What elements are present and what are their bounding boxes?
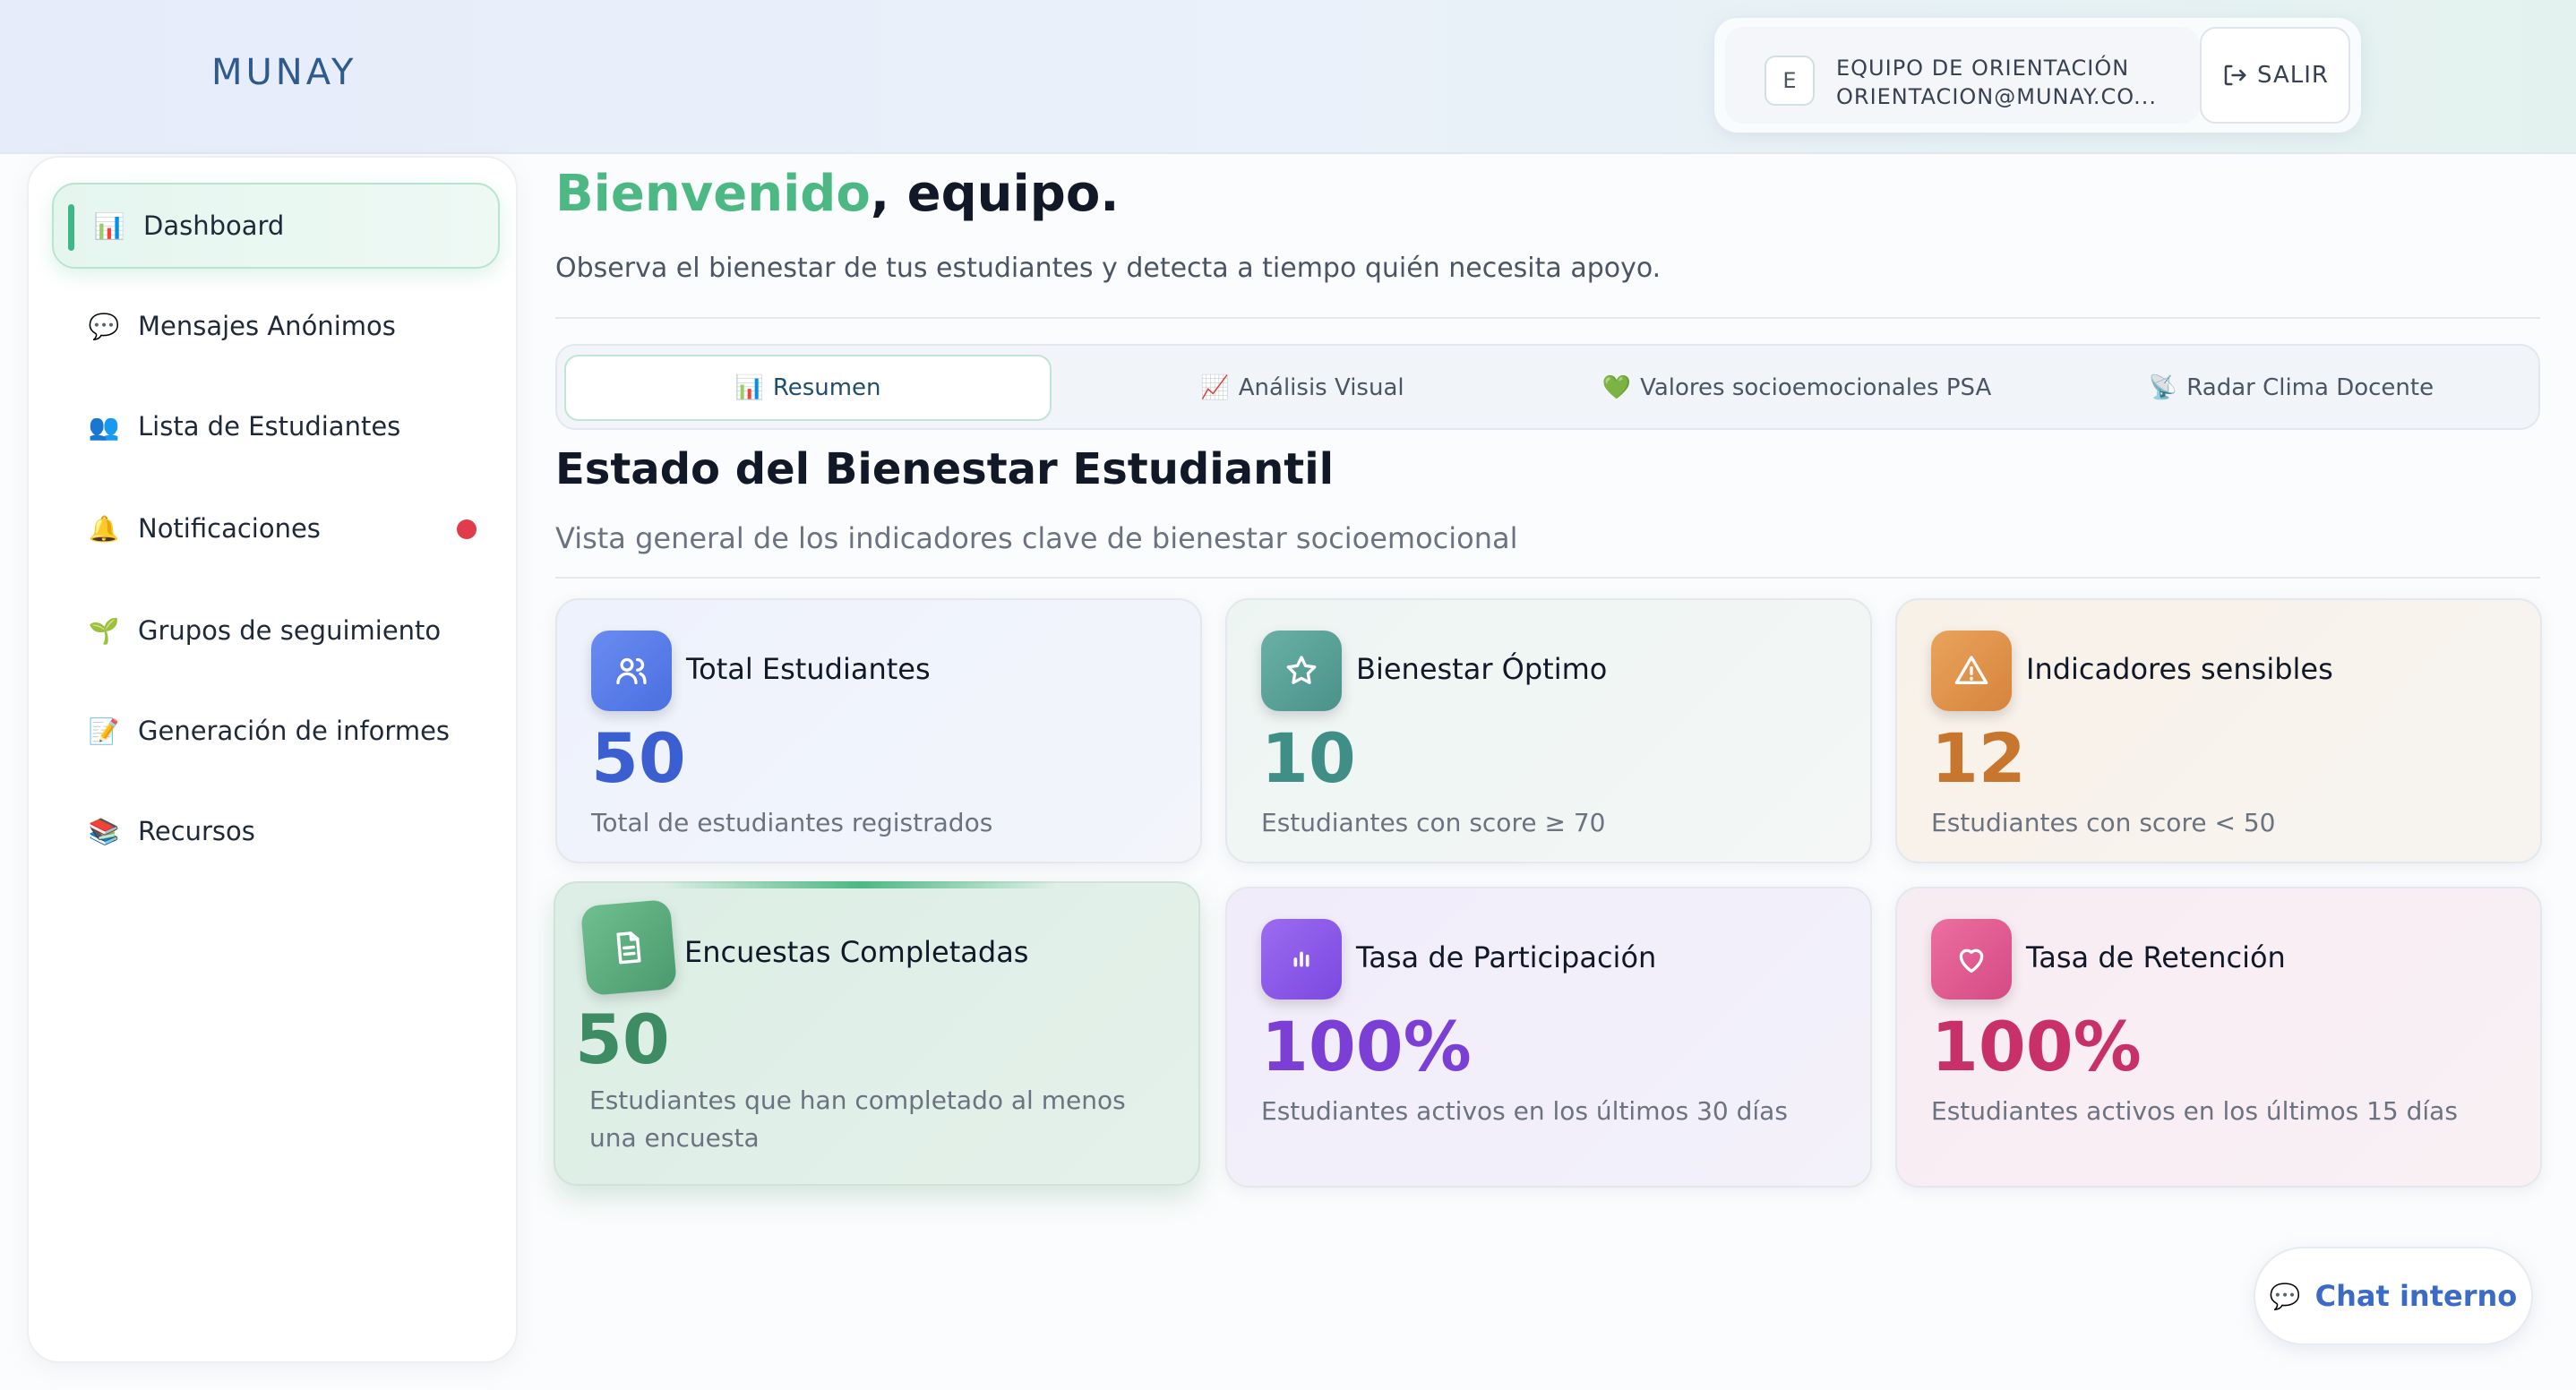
card-description: Estudiantes que han completado al menos … — [589, 1085, 1126, 1153]
sidebar-item-label: Grupos de seguimiento — [138, 615, 442, 646]
card-accent-bar — [663, 881, 1057, 888]
seedling-icon: 🌱 — [88, 615, 120, 646]
stat-card-tasa-retencion[interactable]: Tasa de Retención 100% Estudiantes activ… — [1895, 887, 2542, 1188]
card-title: Tasa de Participación — [1356, 940, 1657, 974]
speech-bubble-icon: 💬 — [88, 311, 120, 341]
card-value: 50 — [575, 1000, 670, 1079]
card-description: Estudiantes activos en los últimos 15 dí… — [1931, 1096, 2458, 1126]
notification-badge — [457, 519, 477, 539]
users-icon — [591, 631, 672, 711]
sidebar-item-recursos[interactable]: 📚 Recursos — [52, 788, 500, 874]
brand-logo[interactable]: MUNAY — [211, 52, 356, 93]
trend-icon: 📈 — [1200, 374, 1230, 401]
welcome-highlight: Bienvenido — [555, 165, 871, 223]
section-subtitle: Vista general de los indicadores clave d… — [555, 521, 1518, 555]
card-value: 12 — [1931, 718, 2026, 798]
tab-resumen[interactable]: 📊 Resumen — [564, 355, 1052, 421]
sidebar-item-notificaciones[interactable]: 🔔 Notificaciones — [52, 485, 500, 571]
card-description: Estudiantes activos en los últimos 30 dí… — [1261, 1096, 1788, 1126]
tab-bar: 📊 Resumen 📈 Análisis Visual 💚 Valores so… — [555, 344, 2540, 430]
stat-card-total-estudiantes[interactable]: Total Estudiantes 50 Total de estudiante… — [555, 598, 1202, 863]
tab-label: Análisis Visual — [1238, 374, 1404, 401]
card-title: Bienestar Óptimo — [1356, 652, 1608, 686]
sidebar-item-label: Recursos — [138, 816, 255, 846]
bar-chart-icon — [1261, 919, 1342, 1000]
sidebar-item-label: Notificaciones — [138, 513, 321, 544]
card-title: Encuestas Completadas — [684, 935, 1029, 969]
page-subtitle: Observa el bienestar de tus estudiantes … — [555, 253, 1662, 284]
user-panel: E EQUIPO DE ORIENTACIÓN ORIENTACION@MUNA… — [1714, 18, 2361, 133]
tab-label: Radar Clima Docente — [2186, 374, 2434, 401]
tab-valores-psa[interactable]: 💚 Valores socioemocionales PSA — [1553, 355, 2040, 421]
logout-label: SALIR — [2257, 62, 2329, 89]
sidebar-item-informes[interactable]: 📝 Generación de informes — [52, 688, 500, 774]
card-value: 100% — [1931, 1007, 2142, 1086]
speech-bubble-icon: 💬 — [2269, 1281, 2301, 1311]
tab-label: Resumen — [772, 374, 881, 401]
sidebar-item-label: Lista de Estudiantes — [138, 411, 401, 442]
tab-label: Valores socioemocionales PSA — [1640, 374, 1992, 401]
heart-icon — [1931, 919, 2012, 1000]
chart-icon: 📊 — [93, 210, 125, 241]
sidebar: 📊 Dashboard 💬 Mensajes Anónimos 👥 Lista … — [27, 156, 518, 1363]
page-title: Bienvenido, equipo. — [555, 165, 1120, 223]
chat-interno-button[interactable]: 💬 Chat interno — [2254, 1247, 2533, 1345]
logout-icon — [2224, 64, 2246, 86]
user-name: EQUIPO DE ORIENTACIÓN — [1836, 56, 2130, 81]
card-description: Estudiantes con score < 50 — [1931, 808, 2276, 837]
logout-button[interactable]: SALIR — [2200, 27, 2350, 124]
avatar: E — [1765, 56, 1815, 106]
tab-radar-clima[interactable]: 📡 Radar Clima Docente — [2048, 355, 2535, 421]
section-title: Estado del Bienestar Estudiantil — [555, 444, 1335, 494]
user-info[interactable]: E EQUIPO DE ORIENTACIÓN ORIENTACION@MUNA… — [1725, 27, 2200, 124]
chart-icon: 📊 — [734, 374, 764, 401]
divider — [555, 317, 2540, 319]
green-heart-icon: 💚 — [1601, 374, 1632, 401]
sidebar-item-label: Mensajes Anónimos — [138, 311, 396, 341]
card-title: Tasa de Retención — [2026, 940, 2286, 974]
stat-card-encuestas-completadas[interactable]: Encuestas Completadas 50 Estudiantes que… — [554, 881, 1200, 1186]
card-title: Total Estudiantes — [686, 652, 931, 686]
card-value: 50 — [591, 718, 686, 798]
sidebar-item-label: Generación de informes — [138, 716, 451, 746]
people-icon: 👥 — [88, 411, 120, 442]
sidebar-item-grupos[interactable]: 🌱 Grupos de seguimiento — [52, 588, 500, 674]
sidebar-item-mensajes[interactable]: 💬 Mensajes Anónimos — [52, 283, 500, 369]
star-icon — [1261, 631, 1342, 711]
document-icon — [580, 898, 678, 997]
card-value: 10 — [1261, 718, 1356, 798]
sidebar-item-estudiantes[interactable]: 👥 Lista de Estudiantes — [52, 383, 500, 469]
memo-icon: 📝 — [88, 716, 120, 746]
divider — [555, 577, 2540, 579]
top-header: MUNAY E EQUIPO DE ORIENTACIÓN ORIENTACIO… — [0, 0, 2576, 154]
card-value: 100% — [1261, 1007, 1472, 1086]
stat-card-bienestar-optimo[interactable]: Bienestar Óptimo 10 Estudiantes con scor… — [1225, 598, 1872, 863]
stat-card-indicadores-sensibles[interactable]: Indicadores sensibles 12 Estudiantes con… — [1895, 598, 2542, 863]
bell-icon: 🔔 — [88, 513, 120, 544]
warning-icon — [1931, 631, 2012, 711]
sidebar-item-dashboard[interactable]: 📊 Dashboard — [52, 183, 500, 269]
books-icon: 📚 — [88, 816, 120, 846]
card-description: Total de estudiantes registrados — [591, 808, 993, 837]
card-description: Estudiantes con score ≥ 70 — [1261, 808, 1606, 837]
card-title: Indicadores sensibles — [2026, 652, 2333, 686]
satellite-icon: 📡 — [2148, 374, 2178, 401]
user-email: ORIENTACION@MUNAY.CO... — [1836, 84, 2158, 109]
sidebar-item-label: Dashboard — [143, 210, 285, 241]
tab-analisis-visual[interactable]: 📈 Análisis Visual — [1059, 355, 1546, 421]
chat-label: Chat interno — [2314, 1279, 2518, 1313]
stat-card-tasa-participacion[interactable]: Tasa de Participación 100% Estudiantes a… — [1225, 887, 1872, 1188]
welcome-rest: , equipo. — [870, 165, 1120, 223]
